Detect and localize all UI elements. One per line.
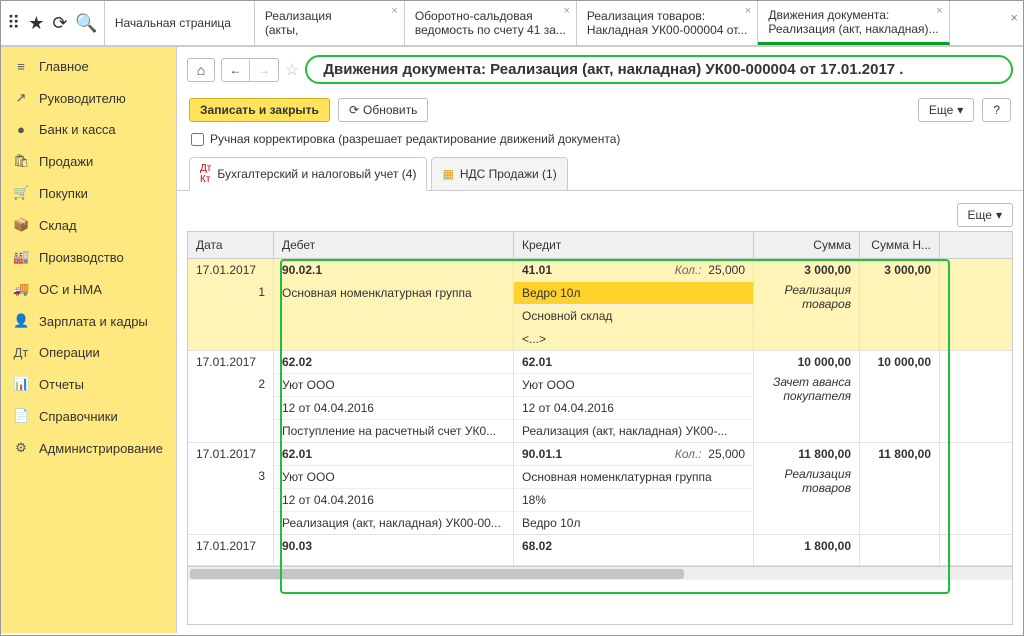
sidebar-icon: 👤 — [13, 313, 29, 329]
home-button[interactable]: ⌂ — [187, 58, 215, 82]
tab-accounting-label: Бухгалтерский и налоговый учет (4) — [217, 167, 416, 181]
grid-header: Дата Дебет Кредит Сумма Сумма Н... — [188, 232, 1012, 259]
sidebar-item-0[interactable]: ≡ Главное — [1, 51, 176, 82]
sidebar-label: Покупки — [39, 186, 88, 201]
sidebar-icon: ● — [13, 122, 29, 137]
sidebar-label: Производство — [39, 250, 124, 265]
grid: Дата Дебет Кредит Сумма Сумма Н... 17.01… — [187, 231, 1013, 625]
sidebar-icon: 🏭 — [13, 249, 29, 265]
sidebar-label: Зарплата и кадры — [39, 314, 148, 329]
content-area: ⌂ ←→ ☆ Движения документа: Реализация (а… — [177, 47, 1023, 633]
hdr-date[interactable]: Дата — [188, 232, 274, 258]
sidebar-item-9[interactable]: Дт Операции — [1, 337, 176, 368]
table-row[interactable]: 17.01.2017262.02Уют ООО12 от 04.04.2016П… — [188, 351, 1012, 443]
star-icon[interactable]: ★ — [28, 13, 44, 34]
nav-back-forward[interactable]: ←→ — [221, 58, 279, 82]
sidebar-item-11[interactable]: 📄 Справочники — [1, 400, 176, 432]
tab-3[interactable]: ×Реализация товаров:Накладная УК00-00000… — [577, 1, 758, 45]
sidebar-item-2[interactable]: ● Банк и касса — [1, 114, 176, 145]
page-title: Движения документа: Реализация (акт, нак… — [305, 55, 1013, 84]
refresh-label: Обновить — [363, 103, 417, 117]
tab-2[interactable]: ×Оборотно-сальдоваяведомость по счету 41… — [405, 1, 577, 45]
sidebar-label: Администрирование — [39, 441, 163, 456]
sidebar-label: Отчеты — [39, 377, 84, 392]
sidebar-item-6[interactable]: 🏭 Производство — [1, 241, 176, 273]
sidebar-label: ОС и НМА — [39, 282, 102, 297]
sidebar-icon: 🛍 — [13, 153, 29, 169]
favorite-icon[interactable]: ☆ — [285, 60, 299, 80]
sidebar-label: Склад — [39, 218, 77, 233]
tab-4[interactable]: ×Движения документа:Реализация (акт, нак… — [758, 1, 949, 45]
tab-0[interactable]: Начальная страница — [105, 1, 255, 45]
sidebar-label: Операции — [39, 345, 100, 360]
sidebar-icon: ↗ — [13, 90, 29, 106]
sidebar-icon: ≡ — [13, 59, 29, 74]
grid-body: 17.01.2017190.02.1Основная номенклатурна… — [188, 259, 1012, 566]
sidebar-icon: 📦 — [13, 217, 29, 233]
sidebar-icon: 📄 — [13, 408, 29, 424]
sidebar-icon: 🚚 — [13, 281, 29, 297]
table-more-label: Еще — [968, 208, 992, 222]
sidebar-label: Продажи — [39, 154, 93, 169]
refresh-button[interactable]: ⟳Обновить — [338, 98, 428, 122]
hdr-credit[interactable]: Кредит — [514, 232, 754, 258]
sidebar-item-12[interactable]: ⚙ Администрирование — [1, 432, 176, 464]
sidebar-item-8[interactable]: 👤 Зарплата и кадры — [1, 305, 176, 337]
hdr-debit[interactable]: Дебет — [274, 232, 514, 258]
sidebar-icon: 🛒 — [13, 185, 29, 201]
tab-close-icon[interactable]: × — [745, 5, 751, 17]
sidebar-label: Банк и касса — [39, 122, 116, 137]
sidebar-label: Руководителю — [39, 91, 126, 106]
help-button[interactable]: ? — [982, 98, 1011, 122]
hdr-sum[interactable]: Сумма — [754, 232, 860, 258]
manual-correction-label: Ручная корректировка (разрешает редактир… — [210, 132, 620, 146]
table-row[interactable]: 17.01.2017362.01Уют ООО12 от 04.04.2016Р… — [188, 443, 1012, 535]
apps-icon[interactable]: ⠿ — [7, 13, 20, 34]
tab-vat[interactable]: ▦НДС Продажи (1) — [431, 157, 567, 191]
table-more-button[interactable]: Еще▾ — [957, 203, 1013, 227]
sidebar-label: Главное — [39, 59, 89, 74]
more-button[interactable]: Еще▾ — [918, 98, 974, 122]
sidebar-item-3[interactable]: 🛍 Продажи — [1, 145, 176, 177]
tab-close-icon[interactable]: × — [936, 5, 942, 17]
save-close-button[interactable]: Записать и закрыть — [189, 98, 330, 122]
sidebar-item-10[interactable]: 📊 Отчеты — [1, 368, 176, 400]
manual-correction-row: Ручная корректировка (разрешает редактир… — [177, 128, 1023, 150]
history-icon[interactable]: ⟳ — [52, 13, 67, 34]
tab-vat-label: НДС Продажи (1) — [460, 167, 557, 181]
sidebar-item-5[interactable]: 📦 Склад — [1, 209, 176, 241]
sidebar-label: Справочники — [39, 409, 118, 424]
sub-tabs: ДтКтБухгалтерский и налоговый учет (4) ▦… — [177, 150, 1023, 191]
table-row[interactable]: 17.01.201790.0368.021 800,00 — [188, 535, 1012, 566]
tab-close-icon[interactable]: × — [563, 5, 569, 17]
table-row[interactable]: 17.01.2017190.02.1Основная номенклатурна… — [188, 259, 1012, 351]
sidebar-item-7[interactable]: 🚚 ОС и НМА — [1, 273, 176, 305]
sidebar-item-4[interactable]: 🛒 Покупки — [1, 177, 176, 209]
hdr-sumn[interactable]: Сумма Н... — [860, 232, 940, 258]
top-tools: ⠿ ★ ⟳ 🔍 — [1, 1, 105, 45]
more-label: Еще — [929, 103, 953, 117]
tab-close-icon[interactable]: × — [391, 5, 397, 17]
sidebar-item-1[interactable]: ↗ Руководителю — [1, 82, 176, 114]
search-icon[interactable]: 🔍 — [75, 13, 97, 34]
sidebar: ≡ Главное ↗ Руководителю ● Банк и касса 🛍 Прода… — [1, 47, 177, 633]
tab-accounting[interactable]: ДтКтБухгалтерский и налоговый учет (4) — [189, 157, 427, 191]
manual-correction-checkbox[interactable] — [191, 133, 204, 146]
top-tabs-bar: ⠿ ★ ⟳ 🔍 Начальная страница×Реализация(ак… — [1, 1, 1023, 47]
sidebar-icon: Дт — [13, 345, 29, 360]
h-scrollbar[interactable] — [188, 566, 1012, 580]
sidebar-icon: ⚙ — [13, 440, 29, 456]
tab-1[interactable]: ×Реализация(акты, — [255, 1, 405, 45]
sidebar-icon: 📊 — [13, 376, 29, 392]
